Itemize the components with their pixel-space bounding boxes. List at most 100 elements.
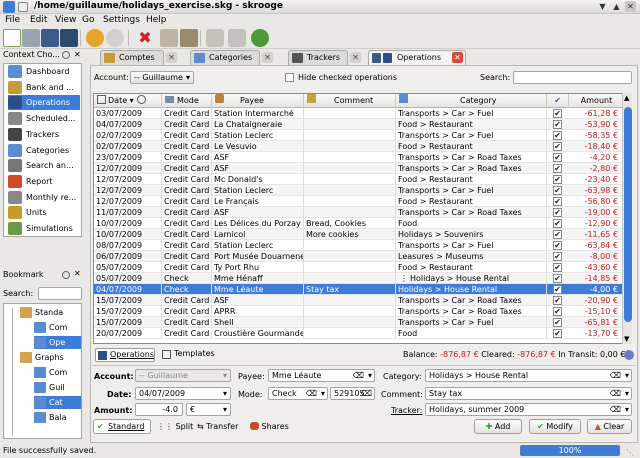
column-header-payee[interactable]: Payee (212, 94, 304, 108)
table-row[interactable]: 05/07/2009 Check Mme Hénaff Holidays > Hous… (94, 273, 622, 284)
panel-float-icon[interactable] (62, 271, 70, 279)
table-row[interactable]: 10/07/2009 Credit Card Les Délices du Porz… (94, 218, 622, 229)
hammer-icon[interactable] (180, 29, 198, 47)
context-item[interactable]: Search an... (8, 158, 80, 173)
context-item[interactable]: Dashboard (8, 64, 80, 79)
editor-number-field[interactable]: 529105 ⌫ (330, 387, 375, 400)
checked-checkbox[interactable]: ✔ (553, 241, 562, 250)
account-filter-select[interactable]: -- Guillaume ▾ (130, 71, 194, 84)
checked-checkbox[interactable]: ✔ (553, 120, 562, 129)
checked-checkbox[interactable]: ✔ (553, 318, 562, 327)
save-as-icon[interactable] (60, 29, 78, 47)
checked-checkbox[interactable]: ✔ (553, 131, 562, 140)
table-row[interactable]: 06/07/2009 Credit Card Port Musée Douarnen… (94, 251, 622, 262)
table-row[interactable]: 02/07/2009 Credit Card Le Vesuvio Food > Re… (94, 141, 622, 152)
editor-mode-field[interactable]: Check ⌫ ▾ (268, 387, 328, 400)
subtab-templates[interactable]: Templates (160, 348, 220, 362)
minimize-icon[interactable]: ▼ (597, 1, 608, 12)
clear-field-icon[interactable]: ⌫ (353, 370, 364, 381)
clear-field-icon[interactable]: ⌫ (610, 404, 621, 415)
subtab-operations[interactable]: Operations (95, 348, 155, 362)
table-row[interactable]: 08/07/2009 Credit Card Station Leclerc Tran… (94, 240, 622, 251)
maximize-icon[interactable]: ▲ (611, 1, 622, 12)
search-input[interactable] (513, 71, 632, 84)
panel-float-icon[interactable] (62, 51, 70, 59)
split-mode-button[interactable]: ⋮⋮ Split (157, 422, 193, 431)
editor-payee-field[interactable]: Mme Léaute ⌫ ▾ (268, 369, 375, 382)
column-header-date[interactable]: Date ▾ (94, 94, 162, 108)
context-item[interactable]: Bank and ... (8, 80, 80, 95)
table-row[interactable]: 11/07/2009 Credit Card ASF Transports > Car… (94, 207, 622, 218)
clear-field-icon[interactable]: ⌫ (306, 388, 317, 399)
clear-field-icon[interactable]: ⌫ (610, 388, 621, 399)
checked-checkbox[interactable]: ✔ (553, 208, 562, 217)
transfer-mode-button[interactable]: ⇆ Transfer (197, 422, 238, 431)
context-item[interactable]: Simulations (8, 221, 80, 236)
add-button[interactable]: ✚ Add (474, 419, 522, 434)
table-row[interactable]: 04/07/2009 Check Mme Léaute Stay tax Holiday… (94, 284, 622, 295)
refresh-icon[interactable] (251, 29, 269, 47)
redo-icon[interactable] (106, 29, 124, 47)
bookmark-tree-item[interactable]: Cat (34, 396, 81, 409)
menu-go[interactable]: Go (82, 15, 94, 25)
checked-checkbox[interactable]: ✔ (553, 274, 562, 283)
editor-currency-select[interactable]: € ▾ (186, 403, 231, 416)
checked-checkbox[interactable]: ✔ (553, 164, 562, 173)
menu-edit[interactable]: Edit (30, 15, 47, 25)
checked-checkbox[interactable]: ✔ (553, 329, 562, 338)
table-row[interactable]: 15/07/2009 Credit Card ASF Transports > Car… (94, 295, 622, 306)
context-item[interactable]: Scheduled... (8, 111, 80, 126)
clear-field-icon[interactable]: ⌫ (361, 388, 372, 399)
column-header-mode[interactable]: Mode (162, 94, 212, 108)
checked-checkbox[interactable]: ✔ (553, 153, 562, 162)
checked-checkbox[interactable]: ✔ (553, 252, 562, 261)
checked-checkbox[interactable]: ✔ (553, 197, 562, 206)
checked-checkbox[interactable]: ✔ (553, 307, 562, 316)
bookmark-search-input[interactable] (38, 287, 82, 300)
scroll-up-icon[interactable]: ▲ (624, 94, 629, 102)
panel-close-icon[interactable]: ✕ (74, 50, 81, 59)
modify-button[interactable]: ✔ Modify (529, 419, 581, 434)
table-row[interactable]: 12/07/2009 Credit Card Mc Donald's Food > R… (94, 174, 622, 185)
editor-comment-field[interactable]: Stay tax ⌫ ▾ (425, 387, 632, 400)
table-row[interactable]: 12/07/2009 Credit Card ASF Transports > Car… (94, 163, 622, 174)
clear-field-icon[interactable]: ⌫ (610, 370, 621, 381)
settings-icon[interactable] (624, 350, 634, 360)
forward-icon[interactable] (228, 29, 246, 47)
column-header-amount[interactable]: Amount (569, 94, 622, 108)
tab-close-icon[interactable]: ✕ (166, 52, 177, 63)
tab-close-icon[interactable]: ✕ (262, 52, 273, 63)
new-document-icon[interactable] (3, 29, 21, 47)
undo-icon[interactable] (86, 29, 104, 47)
checked-checkbox[interactable]: ✔ (553, 285, 562, 294)
table-row[interactable]: 03/07/2009 Credit Card Station Intermarché… (94, 108, 622, 119)
context-item[interactable]: Monthly re... (8, 190, 80, 205)
editor-date-field[interactable]: 04/07/2009 ▾ (135, 387, 231, 400)
table-row[interactable]: 10/07/2009 Credit Card Larnicol More cookie… (94, 229, 622, 240)
table-row[interactable]: 12/07/2009 Credit Card Le Français Food > R… (94, 196, 622, 207)
editor-tracker-field[interactable]: Holidays, summer 2009 ⌫ ▾ (425, 403, 632, 416)
checked-checkbox[interactable]: ✔ (553, 142, 562, 151)
tab-comptes[interactable]: Comptes (100, 50, 164, 65)
table-scrollbar[interactable]: ▲ ▼ (622, 93, 632, 344)
scroll-down-icon[interactable]: ▼ (624, 335, 629, 343)
panel-close-icon[interactable]: ✕ (74, 269, 81, 278)
table-row[interactable]: 23/07/2009 Credit Card ASF Transports > Car… (94, 152, 622, 163)
shares-mode-button[interactable]: Shares (250, 422, 289, 431)
checked-checkbox[interactable]: ✔ (553, 175, 562, 184)
save-icon[interactable] (41, 29, 59, 47)
column-header-comment[interactable]: Comment (304, 94, 396, 108)
table-row[interactable]: 05/07/2009 Credit Card Ty Port Rhu Food > R… (94, 262, 622, 273)
menu-file[interactable]: File (5, 15, 20, 25)
table-row[interactable]: 12/07/2009 Credit Card Station Leclerc Tran… (94, 185, 622, 196)
table-row[interactable]: 15/07/2009 Credit Card Shell Transports > C… (94, 317, 622, 328)
tab-close-icon[interactable]: ✕ (350, 52, 361, 63)
menu-view[interactable]: View (55, 15, 76, 25)
checked-checkbox[interactable]: ✔ (553, 296, 562, 305)
context-item[interactable]: Trackers (8, 127, 80, 142)
editor-amount-field[interactable]: -4.0 (135, 403, 183, 416)
menu-help[interactable]: Help (146, 15, 167, 25)
standard-mode-button[interactable]: ✔ Standard (93, 419, 151, 434)
table-row[interactable]: 15/07/2009 Credit Card APRR Transports > Ca… (94, 306, 622, 317)
table-row[interactable]: 04/07/2009 Credit Card La Chataigneraie Foo… (94, 119, 622, 130)
